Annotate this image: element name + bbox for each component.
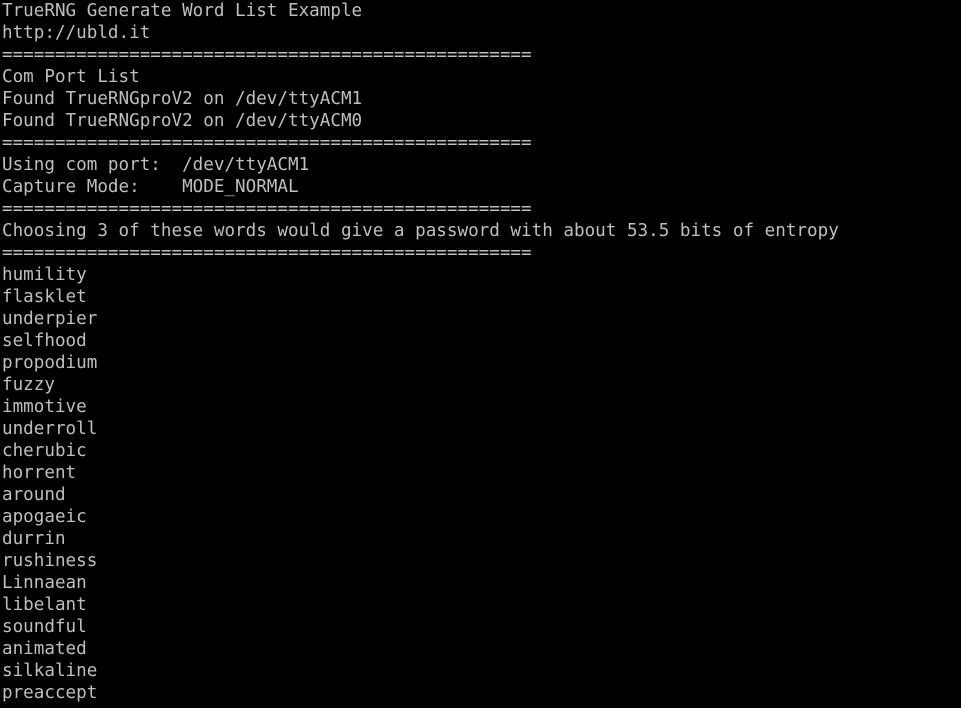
word-list-item: underpier — [2, 309, 98, 329]
word-list-item: immotive — [2, 397, 87, 417]
word-list-item: propodium — [2, 353, 98, 373]
separator-line-1: ========================================… — [2, 45, 532, 65]
word-list-item: selfhood — [2, 331, 87, 351]
separator-line-3: ========================================… — [2, 199, 532, 219]
com-port-list-header: Com Port List — [2, 67, 140, 87]
word-list-item: humility — [2, 265, 87, 285]
word-list-item: around — [2, 485, 66, 505]
terminal-output[interactable]: TrueRNG Generate Word List Example http:… — [0, 0, 961, 708]
word-list-item: underroll — [2, 419, 98, 439]
program-title-line: TrueRNG Generate Word List Example — [2, 1, 363, 21]
word-list-item: libelant — [2, 595, 87, 615]
word-list-item: flasklet — [2, 287, 87, 307]
word-list-item: horrent — [2, 463, 77, 483]
word-list-item: apogaeic — [2, 507, 87, 527]
word-list-item: durrin — [2, 529, 66, 549]
found-device-line-1: Found TrueRNGproV2 on /dev/ttyACM1 — [2, 89, 363, 109]
word-list-item: animated — [2, 639, 87, 659]
word-list-item: silkaline — [2, 661, 98, 681]
using-com-port-line: Using com port: /dev/ttyACM1 — [2, 155, 310, 175]
capture-mode-line: Capture Mode: MODE_NORMAL — [2, 177, 299, 197]
entropy-message-line: Choosing 3 of these words would give a p… — [2, 221, 839, 241]
word-list-item: cherubic — [2, 441, 87, 461]
word-list-item: rushiness — [2, 551, 98, 571]
word-list-item: Linnaean — [2, 573, 87, 593]
word-list-item: preaccept — [2, 683, 98, 703]
program-url-line: http://ubld.it — [2, 23, 151, 43]
separator-line-2: ========================================… — [2, 133, 532, 153]
word-list-item: soundful — [2, 617, 87, 637]
found-device-line-2: Found TrueRNGproV2 on /dev/ttyACM0 — [2, 111, 363, 131]
separator-line-4: ========================================… — [2, 243, 532, 263]
word-list-item: fuzzy — [2, 375, 55, 395]
